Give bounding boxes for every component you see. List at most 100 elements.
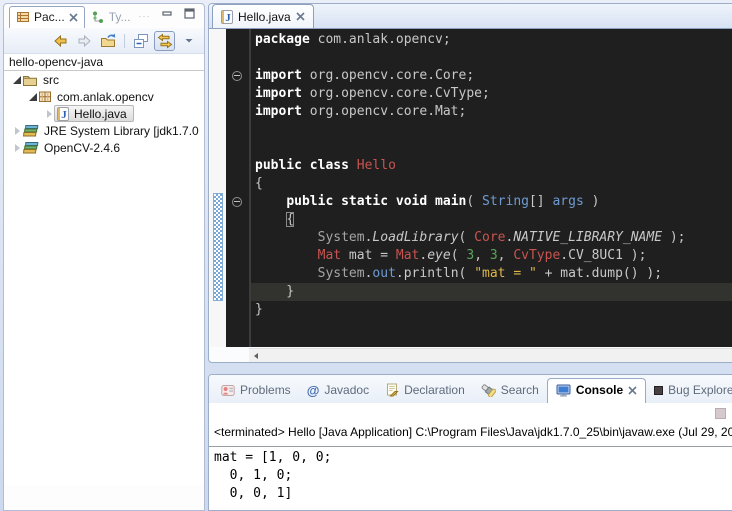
code-line (251, 49, 732, 67)
tree-item-content: OpenCV-2.4.6 (22, 141, 122, 155)
project-label: hello-opencv-java (7, 55, 105, 69)
tab-declaration[interactable]: Declaration (377, 379, 473, 403)
code-token: eye (427, 248, 450, 263)
tab-javadoc[interactable]: @Javadoc (299, 379, 377, 403)
close-icon[interactable] (296, 12, 305, 21)
console-output[interactable]: mat = [1, 0, 0; 0, 1, 0; 0, 0, 1] (214, 449, 331, 503)
bottom-panel-tab-bar: Problems@Javadoc Declaration Search Console… (209, 375, 732, 403)
tree-item-content: JRE System Library [jdk1.7.0 (22, 124, 201, 138)
code-token (255, 266, 318, 281)
expand-arrow-icon[interactable] (28, 93, 38, 101)
view-menu-button[interactable] (178, 31, 199, 51)
bug-icon (654, 386, 663, 395)
code-token: import (255, 86, 302, 101)
type-hierarchy-icon (91, 10, 105, 24)
editor-tab-bar: J Hello.java (209, 4, 732, 29)
package-explorer-tree: hello-opencv-java srccom.anlak.opencv J He… (4, 54, 204, 485)
tab-search[interactable]: Search (473, 379, 547, 403)
tab-label: Bug Explorer (668, 383, 732, 397)
console-panel: Problems@Javadoc Declaration Search Console… (208, 374, 732, 511)
console-line: 0, 1, 0; (214, 467, 331, 485)
left-panel-toolbar (4, 28, 204, 54)
maximize-panel-button[interactable] (184, 8, 195, 22)
tab-type-hierarchy[interactable]: Ty... (85, 7, 137, 28)
code-token: void (396, 194, 427, 209)
collapse-arrow-icon[interactable] (44, 110, 54, 118)
code-token: } (255, 302, 263, 317)
scroll-left-arrow-icon[interactable] (249, 349, 263, 362)
collapse-all-icon (133, 33, 149, 49)
tab-hello-java[interactable]: J Hello.java (212, 4, 314, 28)
tree-item[interactable]: src (4, 71, 204, 88)
editor-horizontal-scrollbar[interactable] (249, 348, 732, 362)
expand-arrow-icon[interactable] (12, 76, 22, 84)
collapse-arrow-icon[interactable] (12, 144, 22, 152)
tree-item-project[interactable]: hello-opencv-java (4, 54, 204, 71)
tree-item-content: src (22, 73, 61, 87)
collapse-arrow-icon[interactable] (12, 127, 22, 135)
close-icon[interactable] (628, 386, 637, 395)
code-token (255, 248, 318, 263)
tree-item[interactable]: J Hello.java (4, 105, 204, 122)
tab-label: Console (576, 383, 623, 397)
code-line: public static void main( String[] args ) (251, 193, 732, 211)
code-token: + mat.dump() ); (537, 266, 662, 281)
folding-gutter (226, 29, 249, 347)
library-icon (22, 141, 39, 155)
close-icon[interactable] (69, 13, 78, 22)
editor-panel: J Hello.java package com.anlak.opencv;im… (208, 3, 732, 363)
tree-item[interactable]: JRE System Library [jdk1.7.0 (4, 122, 204, 139)
left-panel-tab-bar: Pac...Ty...··· (4, 4, 204, 28)
tab-problems[interactable]: Problems (213, 379, 299, 403)
link-with-editor-button[interactable] (154, 31, 175, 51)
up-button[interactable] (98, 31, 119, 51)
code-line-current: } (251, 283, 732, 301)
code-token: ) (584, 194, 600, 209)
tree-item-label: Hello.java (72, 107, 129, 121)
tree-selection: J Hello.java (54, 105, 134, 122)
code-token: static (341, 194, 388, 209)
code-token: ( (459, 230, 475, 245)
code-token: { (255, 176, 263, 191)
code-token: Hello (357, 158, 396, 173)
fold-collapse-marker-icon[interactable] (232, 197, 242, 207)
tab-label: Javadoc (324, 383, 369, 397)
code-token: main (435, 194, 466, 209)
tab-label: Ty... (109, 10, 131, 24)
back-button[interactable] (50, 31, 71, 51)
tab-console[interactable]: Console (547, 378, 646, 403)
collapse-all-button[interactable] (130, 31, 151, 51)
code-token: org.opencv.core.Core; (302, 68, 474, 83)
console-process-label: <terminated> Hello [Java Application] C:… (214, 425, 732, 439)
code-token: package (255, 32, 310, 47)
tab-label: Declaration (404, 383, 465, 397)
code-token: org.opencv.core.CvType; (302, 86, 490, 101)
editor-code-area[interactable]: package com.anlak.opencv;import org.open… (251, 29, 732, 347)
code-token: Core (474, 230, 505, 245)
code-line: public class Hello (251, 157, 732, 175)
minimize-panel-button[interactable] (162, 8, 173, 22)
forward-icon (76, 33, 93, 49)
link-editor-icon (156, 33, 174, 49)
code-token: String (482, 194, 529, 209)
tree-item[interactable]: com.anlak.opencv (4, 88, 204, 105)
code-token (255, 212, 286, 227)
tab-bug-explorer[interactable]: Bug Explorer (646, 379, 732, 403)
fold-collapse-marker-icon[interactable] (232, 71, 242, 81)
view-menu-icon (184, 37, 194, 44)
code-token: import (255, 68, 302, 83)
code-line: import org.opencv.core.CvType; (251, 85, 732, 103)
library-icon (22, 124, 39, 138)
toolbar-separator (124, 34, 125, 48)
code-token: .CV_8UC1 ); (560, 248, 646, 263)
overview-ruler (210, 29, 226, 347)
svg-text:J: J (61, 109, 67, 121)
tab-package-explorer[interactable]: Pac... (9, 6, 85, 28)
code-line: import org.opencv.core.Mat; (251, 103, 732, 121)
tree-items: srccom.anlak.opencv J Hello.java JRE System… (4, 71, 204, 156)
forward-button[interactable] (74, 31, 95, 51)
tree-item[interactable]: OpenCV-2.4.6 (4, 139, 204, 156)
package-icon (38, 90, 52, 103)
code-token: org.opencv.core.Mat; (302, 104, 466, 119)
console-toolbar-icon[interactable] (715, 408, 726, 419)
